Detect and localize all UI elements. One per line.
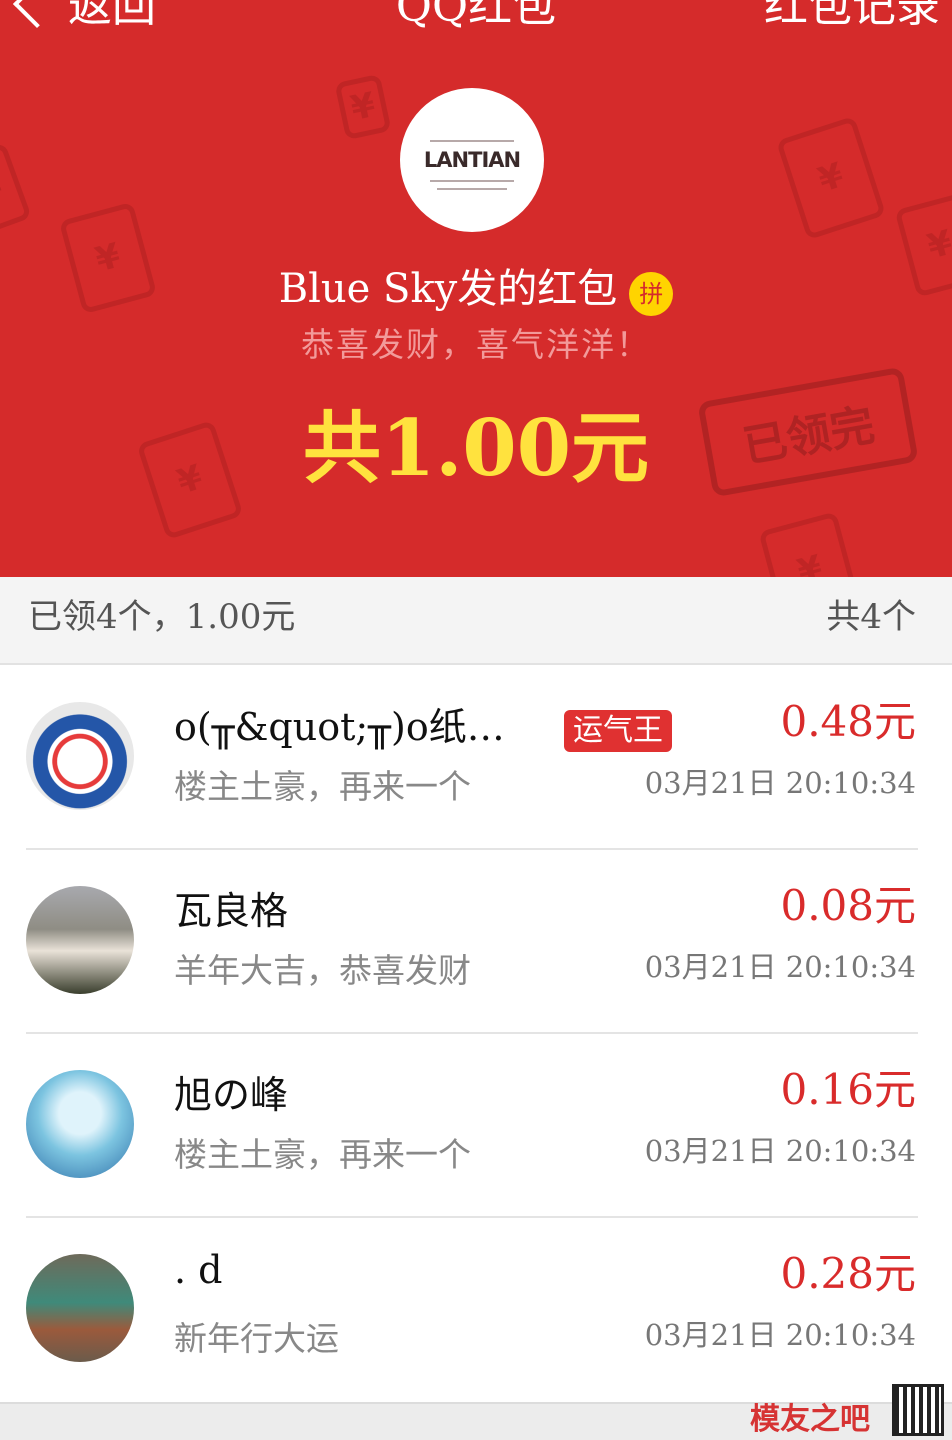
claim-summary: 已领4个，1.00元 共4个: [0, 577, 952, 665]
watermark-text: 模友之吧: [750, 1402, 870, 1437]
envelope-decor-icon: ¥: [775, 115, 887, 241]
claimed-summary: 已领4个，1.00元: [28, 597, 296, 637]
claimer-message: 楼主土豪，再来一个: [174, 1135, 471, 1174]
avatar[interactable]: [26, 1070, 134, 1178]
claimer-name: 瓦良格: [174, 889, 289, 933]
sender-avatar[interactable]: LANTIAN: [400, 88, 544, 232]
blessing-text: 恭喜发财，喜气洋洋！: [301, 325, 651, 364]
avatar[interactable]: [26, 886, 134, 994]
avatar[interactable]: [26, 702, 134, 810]
claim-amount: 0.48元: [780, 697, 916, 746]
sender-label: Blue Sky发的红包: [278, 266, 618, 312]
total-count: 共4个: [826, 597, 916, 637]
list-item[interactable]: . d 新年行大运 0.28元 03月21日 20:10:34: [0, 1218, 952, 1402]
envelope-decor-icon: ¥: [0, 142, 32, 238]
claimer-name: o(╥&quot;╥)o纸…: [174, 705, 505, 749]
claimer-message: 新年行大运: [174, 1319, 339, 1358]
claim-time: 03月21日 20:10:34: [644, 950, 916, 984]
logo-rule: [430, 180, 514, 182]
claim-amount: 0.08元: [780, 881, 916, 930]
claimer-message: 楼主土豪，再来一个: [174, 767, 471, 806]
qr-code-icon: [892, 1384, 944, 1436]
watermark: 模友之吧: [750, 1384, 950, 1440]
records-button[interactable]: 红包记录: [764, 0, 940, 34]
best-luck-badge: 运气王: [564, 710, 672, 752]
claim-list: o(╥&quot;╥)o纸… 运气王 楼主土豪，再来一个 0.48元 03月21…: [0, 666, 952, 1402]
claim-amount: 0.28元: [780, 1249, 916, 1298]
claim-time: 03月21日 20:10:34: [644, 1134, 916, 1168]
claimer-name: 旭の峰: [174, 1073, 289, 1117]
logo-rule: [430, 140, 514, 142]
top-bar: 返回 QQ红包 红包记录: [0, 0, 952, 32]
claimer-name: . d: [174, 1248, 223, 1292]
envelope-decor-icon: ¥: [334, 73, 392, 141]
list-item[interactable]: 瓦良格 羊年大吉，恭喜发财 0.08元 03月21日 20:10:34: [0, 850, 952, 1034]
sender-row: Blue Sky发的红包 拼: [0, 254, 952, 316]
logo-rule: [437, 188, 507, 190]
claim-amount: 0.16元: [780, 1065, 916, 1114]
list-item[interactable]: o(╥&quot;╥)o纸… 运气王 楼主土豪，再来一个 0.48元 03月21…: [0, 666, 952, 850]
company-logo: LANTIAN: [423, 148, 521, 172]
envelope-decor-icon: ¥: [758, 511, 862, 577]
claim-time: 03月21日 20:10:34: [644, 766, 916, 800]
claim-time: 03月21日 20:10:34: [644, 1318, 916, 1352]
red-packet-header: ¥ ¥ ¥ ¥ ¥ ¥ ¥ 返回 QQ红包 红包记录 LANTIAN Blue …: [0, 0, 952, 577]
claimer-message: 羊年大吉，恭喜发财: [174, 951, 471, 990]
group-packet-badge: 拼: [629, 272, 674, 316]
avatar[interactable]: [26, 1254, 134, 1362]
list-item[interactable]: 旭の峰 楼主土豪，再来一个 0.16元 03月21日 20:10:34: [0, 1034, 952, 1218]
